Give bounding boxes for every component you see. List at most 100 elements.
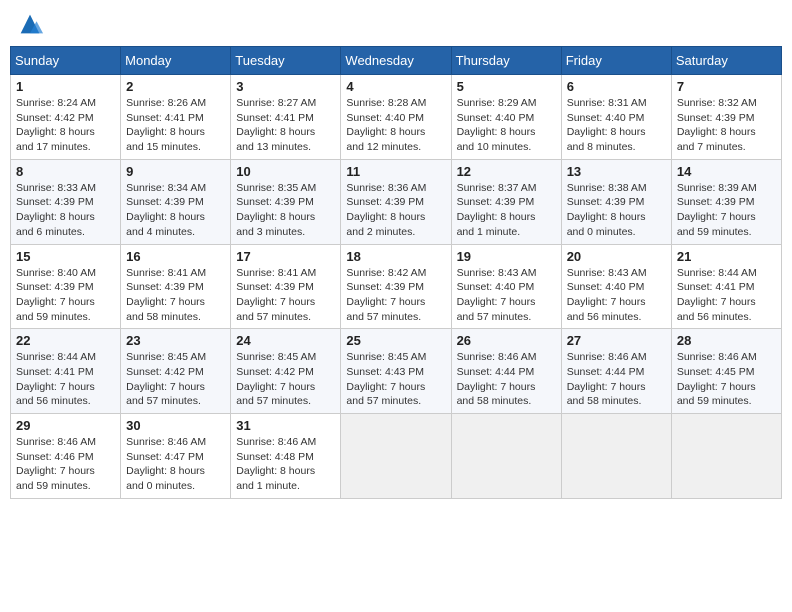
calendar-cell: 31 Sunrise: 8:46 AM Sunset: 4:48 PM Dayl… (231, 414, 341, 499)
calendar-week-row: 15 Sunrise: 8:40 AM Sunset: 4:39 PM Dayl… (11, 244, 782, 329)
day-number: 31 (236, 418, 335, 433)
calendar-cell: 24 Sunrise: 8:45 AM Sunset: 4:42 PM Dayl… (231, 329, 341, 414)
calendar-cell: 6 Sunrise: 8:31 AM Sunset: 4:40 PM Dayli… (561, 75, 671, 160)
day-number: 9 (126, 164, 225, 179)
day-number: 1 (16, 79, 115, 94)
day-number: 4 (346, 79, 445, 94)
header (10, 10, 782, 38)
calendar-cell: 13 Sunrise: 8:38 AM Sunset: 4:39 PM Dayl… (561, 159, 671, 244)
calendar-cell: 9 Sunrise: 8:34 AM Sunset: 4:39 PM Dayli… (121, 159, 231, 244)
day-number: 17 (236, 249, 335, 264)
day-number: 24 (236, 333, 335, 348)
calendar-cell (671, 414, 781, 499)
day-number: 18 (346, 249, 445, 264)
day-info: Sunrise: 8:45 AM Sunset: 4:43 PM Dayligh… (346, 351, 426, 407)
calendar-week-row: 8 Sunrise: 8:33 AM Sunset: 4:39 PM Dayli… (11, 159, 782, 244)
calendar-cell: 17 Sunrise: 8:41 AM Sunset: 4:39 PM Dayl… (231, 244, 341, 329)
day-number: 11 (346, 164, 445, 179)
day-number: 22 (16, 333, 115, 348)
day-info: Sunrise: 8:42 AM Sunset: 4:39 PM Dayligh… (346, 267, 426, 323)
day-number: 14 (677, 164, 776, 179)
day-info: Sunrise: 8:46 AM Sunset: 4:44 PM Dayligh… (457, 351, 537, 407)
calendar-cell: 23 Sunrise: 8:45 AM Sunset: 4:42 PM Dayl… (121, 329, 231, 414)
calendar-cell: 12 Sunrise: 8:37 AM Sunset: 4:39 PM Dayl… (451, 159, 561, 244)
day-info: Sunrise: 8:40 AM Sunset: 4:39 PM Dayligh… (16, 267, 96, 323)
day-info: Sunrise: 8:35 AM Sunset: 4:39 PM Dayligh… (236, 182, 316, 238)
calendar-week-row: 1 Sunrise: 8:24 AM Sunset: 4:42 PM Dayli… (11, 75, 782, 160)
day-info: Sunrise: 8:37 AM Sunset: 4:39 PM Dayligh… (457, 182, 537, 238)
day-info: Sunrise: 8:32 AM Sunset: 4:39 PM Dayligh… (677, 97, 757, 153)
calendar-cell: 4 Sunrise: 8:28 AM Sunset: 4:40 PM Dayli… (341, 75, 451, 160)
day-number: 28 (677, 333, 776, 348)
day-info: Sunrise: 8:27 AM Sunset: 4:41 PM Dayligh… (236, 97, 316, 153)
calendar-header-monday: Monday (121, 47, 231, 75)
calendar-header-friday: Friday (561, 47, 671, 75)
day-number: 20 (567, 249, 666, 264)
day-number: 25 (346, 333, 445, 348)
day-number: 5 (457, 79, 556, 94)
day-number: 13 (567, 164, 666, 179)
day-number: 19 (457, 249, 556, 264)
calendar-cell: 8 Sunrise: 8:33 AM Sunset: 4:39 PM Dayli… (11, 159, 121, 244)
day-info: Sunrise: 8:46 AM Sunset: 4:44 PM Dayligh… (567, 351, 647, 407)
day-info: Sunrise: 8:28 AM Sunset: 4:40 PM Dayligh… (346, 97, 426, 153)
calendar-cell: 15 Sunrise: 8:40 AM Sunset: 4:39 PM Dayl… (11, 244, 121, 329)
day-number: 30 (126, 418, 225, 433)
calendar-cell: 7 Sunrise: 8:32 AM Sunset: 4:39 PM Dayli… (671, 75, 781, 160)
day-number: 3 (236, 79, 335, 94)
calendar-cell: 22 Sunrise: 8:44 AM Sunset: 4:41 PM Dayl… (11, 329, 121, 414)
calendar-cell: 20 Sunrise: 8:43 AM Sunset: 4:40 PM Dayl… (561, 244, 671, 329)
day-info: Sunrise: 8:43 AM Sunset: 4:40 PM Dayligh… (457, 267, 537, 323)
calendar-cell (451, 414, 561, 499)
calendar-cell: 3 Sunrise: 8:27 AM Sunset: 4:41 PM Dayli… (231, 75, 341, 160)
day-info: Sunrise: 8:46 AM Sunset: 4:46 PM Dayligh… (16, 436, 96, 492)
day-info: Sunrise: 8:45 AM Sunset: 4:42 PM Dayligh… (236, 351, 316, 407)
calendar-cell: 2 Sunrise: 8:26 AM Sunset: 4:41 PM Dayli… (121, 75, 231, 160)
day-info: Sunrise: 8:46 AM Sunset: 4:45 PM Dayligh… (677, 351, 757, 407)
calendar-header-tuesday: Tuesday (231, 47, 341, 75)
calendar-cell: 28 Sunrise: 8:46 AM Sunset: 4:45 PM Dayl… (671, 329, 781, 414)
calendar-week-row: 29 Sunrise: 8:46 AM Sunset: 4:46 PM Dayl… (11, 414, 782, 499)
calendar-cell: 16 Sunrise: 8:41 AM Sunset: 4:39 PM Dayl… (121, 244, 231, 329)
logo (14, 10, 44, 38)
calendar-cell: 11 Sunrise: 8:36 AM Sunset: 4:39 PM Dayl… (341, 159, 451, 244)
day-info: Sunrise: 8:31 AM Sunset: 4:40 PM Dayligh… (567, 97, 647, 153)
day-info: Sunrise: 8:46 AM Sunset: 4:48 PM Dayligh… (236, 436, 316, 492)
day-number: 16 (126, 249, 225, 264)
calendar-cell: 10 Sunrise: 8:35 AM Sunset: 4:39 PM Dayl… (231, 159, 341, 244)
day-info: Sunrise: 8:39 AM Sunset: 4:39 PM Dayligh… (677, 182, 757, 238)
logo-icon (16, 10, 44, 38)
day-number: 2 (126, 79, 225, 94)
day-info: Sunrise: 8:44 AM Sunset: 4:41 PM Dayligh… (677, 267, 757, 323)
calendar-header-sunday: Sunday (11, 47, 121, 75)
calendar-header-thursday: Thursday (451, 47, 561, 75)
calendar-cell: 27 Sunrise: 8:46 AM Sunset: 4:44 PM Dayl… (561, 329, 671, 414)
day-info: Sunrise: 8:36 AM Sunset: 4:39 PM Dayligh… (346, 182, 426, 238)
day-info: Sunrise: 8:33 AM Sunset: 4:39 PM Dayligh… (16, 182, 96, 238)
day-info: Sunrise: 8:41 AM Sunset: 4:39 PM Dayligh… (236, 267, 316, 323)
calendar-cell: 14 Sunrise: 8:39 AM Sunset: 4:39 PM Dayl… (671, 159, 781, 244)
day-info: Sunrise: 8:43 AM Sunset: 4:40 PM Dayligh… (567, 267, 647, 323)
calendar-header-row: SundayMondayTuesdayWednesdayThursdayFrid… (11, 47, 782, 75)
day-number: 21 (677, 249, 776, 264)
day-number: 27 (567, 333, 666, 348)
calendar-cell (341, 414, 451, 499)
day-number: 7 (677, 79, 776, 94)
calendar-table: SundayMondayTuesdayWednesdayThursdayFrid… (10, 46, 782, 499)
calendar-cell: 21 Sunrise: 8:44 AM Sunset: 4:41 PM Dayl… (671, 244, 781, 329)
day-number: 23 (126, 333, 225, 348)
day-number: 8 (16, 164, 115, 179)
day-info: Sunrise: 8:34 AM Sunset: 4:39 PM Dayligh… (126, 182, 206, 238)
day-info: Sunrise: 8:29 AM Sunset: 4:40 PM Dayligh… (457, 97, 537, 153)
day-info: Sunrise: 8:38 AM Sunset: 4:39 PM Dayligh… (567, 182, 647, 238)
calendar-cell: 1 Sunrise: 8:24 AM Sunset: 4:42 PM Dayli… (11, 75, 121, 160)
calendar-week-row: 22 Sunrise: 8:44 AM Sunset: 4:41 PM Dayl… (11, 329, 782, 414)
day-number: 15 (16, 249, 115, 264)
day-info: Sunrise: 8:24 AM Sunset: 4:42 PM Dayligh… (16, 97, 96, 153)
calendar-header-saturday: Saturday (671, 47, 781, 75)
calendar-cell: 18 Sunrise: 8:42 AM Sunset: 4:39 PM Dayl… (341, 244, 451, 329)
calendar-cell: 19 Sunrise: 8:43 AM Sunset: 4:40 PM Dayl… (451, 244, 561, 329)
day-info: Sunrise: 8:46 AM Sunset: 4:47 PM Dayligh… (126, 436, 206, 492)
calendar-cell: 29 Sunrise: 8:46 AM Sunset: 4:46 PM Dayl… (11, 414, 121, 499)
day-number: 6 (567, 79, 666, 94)
